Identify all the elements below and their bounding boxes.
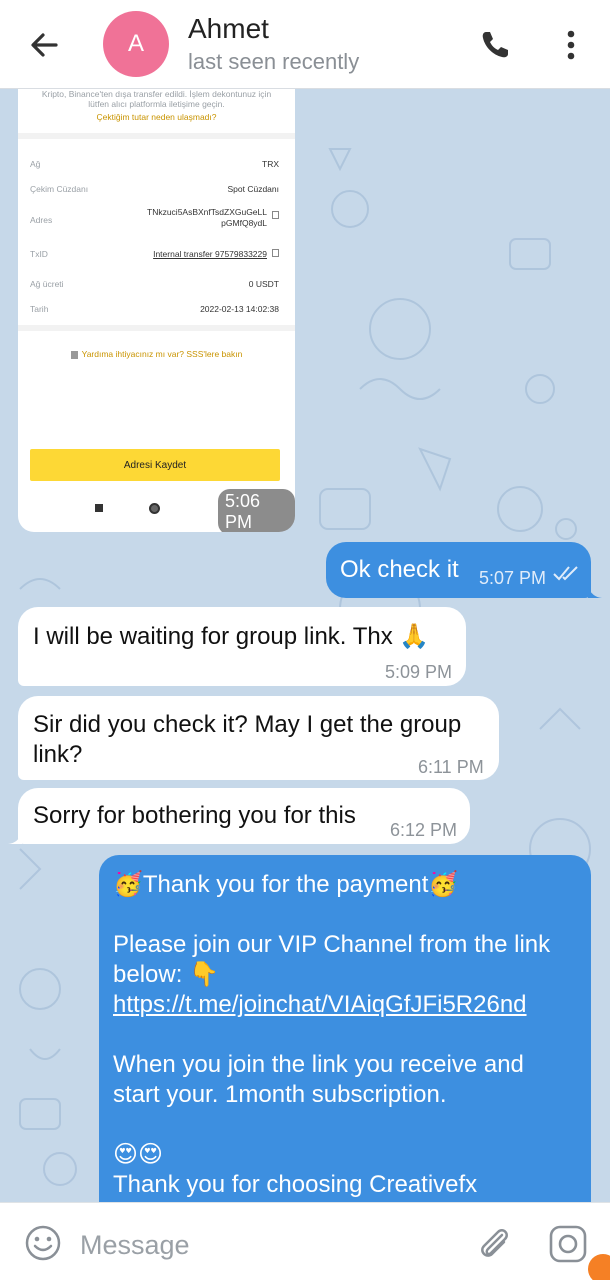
message-time: 5:06 PM: [218, 489, 295, 532]
message-time: 6:11 PM: [418, 757, 484, 777]
avatar-letter: A: [127, 30, 144, 57]
row-label-date: Tarih: [30, 304, 49, 314]
row-label-txid: TxID: [30, 249, 48, 259]
row-value-txid: Internal transfer 97579833229: [153, 249, 267, 259]
help-row: Yardıma ihtiyacınız mı var? SSS'lere bak…: [18, 349, 295, 359]
notice-text-line1: Kripto, Binance'ten dışa transfer edildi…: [41, 89, 272, 99]
row-value-address: TNkzuci5AsBXnfTsdZXGuGeLL pGMfQ8ydL: [147, 207, 267, 228]
message-list[interactable]: Kripto, Binance'ten dışa transfer edildi…: [0, 89, 610, 1202]
double-check-icon: [553, 566, 578, 581]
notice-link: Çektiğim tutar neden ulaşmadı?: [96, 112, 217, 122]
message-text-line3: below: 👇: [113, 961, 219, 988]
screenshot-image: Kripto, Binance'ten dışa transfer edildi…: [18, 89, 295, 532]
contact-status: last seen recently: [188, 49, 360, 74]
attach-button[interactable]: [474, 1223, 514, 1263]
back-button[interactable]: [22, 24, 66, 66]
nav-square-icon: [95, 504, 103, 512]
message-text-line4: When you join the link you receive and: [113, 1051, 524, 1078]
outgoing-message[interactable]: Ok check it 5:07 PM: [326, 542, 591, 598]
message-text: Sorry for bothering you for this: [33, 802, 356, 829]
avatar[interactable]: A: [103, 11, 169, 77]
paperclip-icon: [481, 1229, 508, 1257]
message-input[interactable]: [80, 1225, 460, 1265]
nav-home-icon: [149, 503, 160, 514]
message-time: 6:12 PM: [390, 820, 458, 840]
message-composer: [0, 1202, 610, 1280]
contact-name[interactable]: Ahmet: [188, 13, 269, 45]
emoji-button[interactable]: [24, 1224, 62, 1262]
more-options-button[interactable]: [556, 24, 586, 66]
camera-icon: [549, 1225, 587, 1263]
bubble-tail: [588, 587, 602, 598]
row-label-fee: Ağ ücreti: [30, 279, 64, 289]
message-text: I will be waiting for group link. Thx 🙏: [33, 623, 430, 650]
book-icon: [70, 350, 78, 359]
back-arrow-icon: [31, 33, 58, 57]
row-label-network: Ağ: [30, 159, 41, 169]
message-time: 5:07 PM: [479, 568, 547, 588]
message-text-line1: 🥳Thank you for the payment🥳: [113, 871, 459, 898]
row-label-address: Adres: [30, 215, 53, 225]
copy-icon: [272, 249, 279, 257]
image-message[interactable]: Kripto, Binance'ten dışa transfer edildi…: [18, 89, 295, 532]
message-time: 5:09 PM: [385, 662, 453, 682]
incoming-message[interactable]: I will be waiting for group link. Thx 🙏 …: [18, 607, 466, 686]
message-text: Ok check it: [340, 556, 459, 583]
copy-icon: [272, 211, 279, 219]
message-text-line6: 😍😍: [113, 1141, 164, 1168]
channel-link[interactable]: https://t.me/joinchat/VIAiqGfJFi5R26nd: [113, 990, 527, 1020]
message-text-line2: Please join our VIP Channel from the lin…: [113, 931, 551, 958]
help-text: Yardıma ihtiyacınız mı var? SSS'lere bak…: [81, 349, 243, 359]
row-value-date: 2022-02-13 14:02:38: [200, 304, 279, 314]
incoming-message[interactable]: Sir did you check it? May I get the grou…: [18, 696, 499, 780]
bubble-tail: [8, 833, 22, 844]
notice-text-line2: lütfen alıcı platformla iletişime geçin.: [88, 99, 225, 109]
row-value-network: TRX: [262, 159, 279, 169]
chat-header: A Ahmet last seen recently: [0, 0, 610, 89]
more-vertical-icon: [567, 30, 575, 60]
message-text-line1: Sir did you check it? May I get the grou…: [33, 711, 462, 738]
save-address-label: Adresi Kaydet: [123, 459, 187, 471]
floating-badge: [588, 1254, 610, 1280]
call-button[interactable]: [474, 24, 518, 66]
message-text-line2: link?: [33, 741, 83, 768]
row-label-wallet: Çekim Cüzdanı: [30, 184, 89, 194]
row-value-fee: 0 USDT: [248, 279, 279, 289]
message-text-line7: Thank you for choosing Creativefx: [113, 1171, 478, 1198]
camera-button[interactable]: [548, 1224, 588, 1264]
emoji-icon: [25, 1225, 61, 1261]
save-address-button: Adresi Kaydet: [30, 449, 280, 481]
outgoing-message[interactable]: 🥳Thank you for the payment🥳 Please join …: [99, 855, 591, 1202]
message-text-line5: start your. 1month subscription.: [113, 1081, 447, 1108]
phone-icon: [482, 32, 508, 58]
incoming-message[interactable]: Sorry for bothering you for this 6:12 PM: [18, 788, 470, 844]
row-value-wallet: Spot Cüzdanı: [227, 184, 279, 194]
